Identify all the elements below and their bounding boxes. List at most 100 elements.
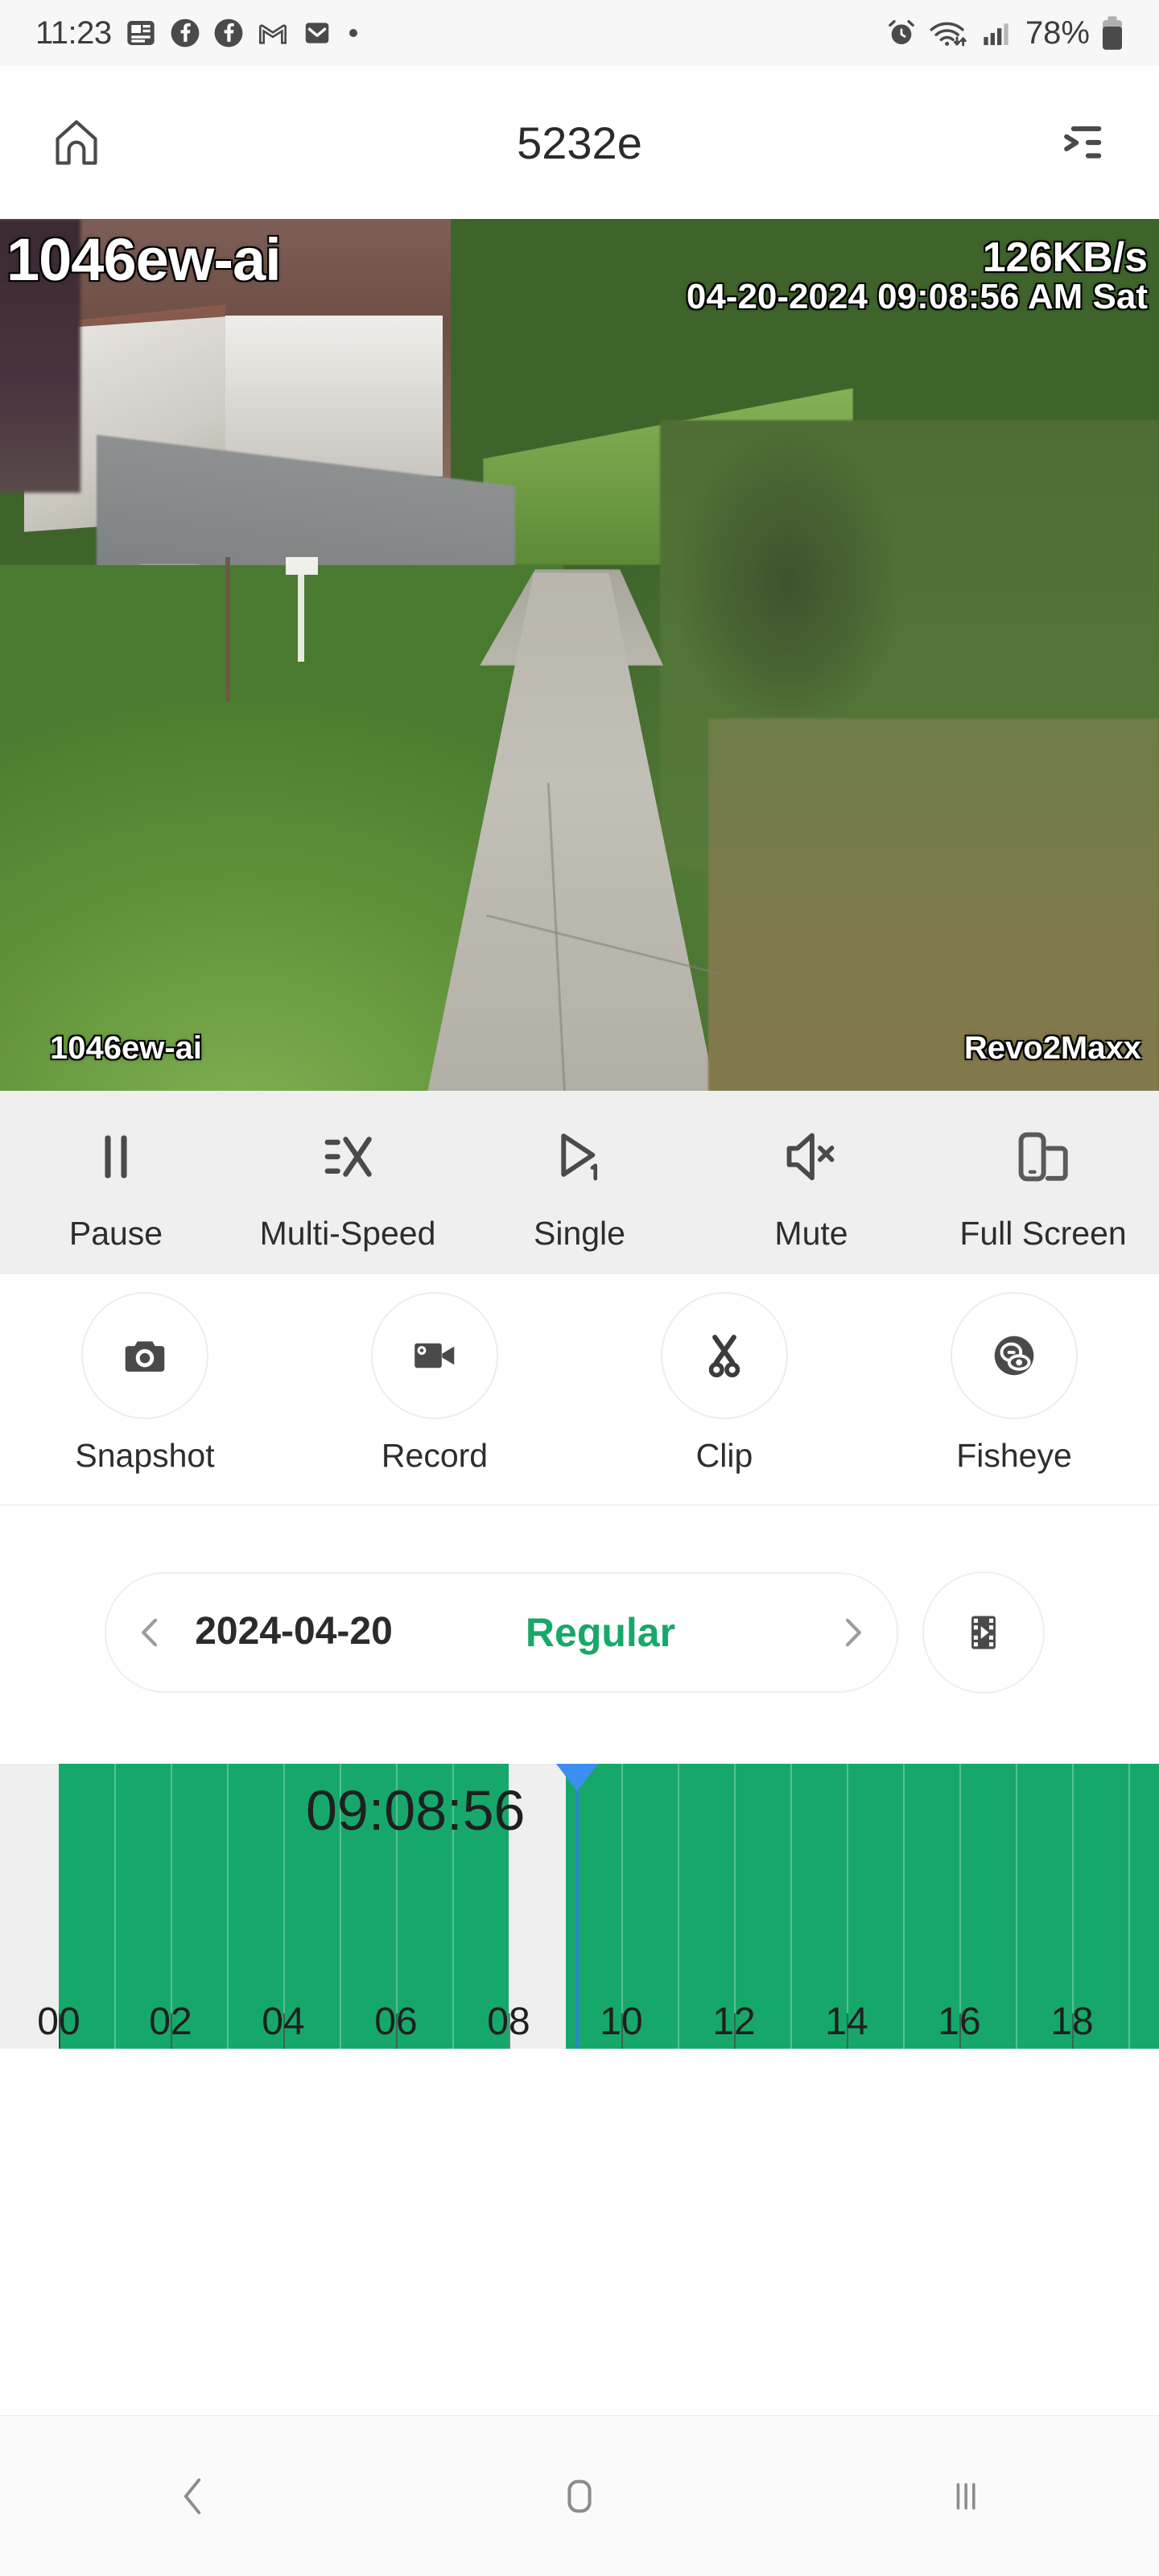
timeline-hour-label: 18 bbox=[1050, 2000, 1094, 2043]
record-button[interactable]: Record bbox=[290, 1274, 580, 1475]
list-indent-icon bbox=[1058, 118, 1107, 167]
pause-label: Pause bbox=[68, 1215, 163, 1252]
home-square-icon bbox=[556, 2473, 603, 2520]
multi-speed-button[interactable]: Multi-Speed bbox=[232, 1091, 464, 1253]
app-screen: 11:23 78% 5232e 1046ew-ai 126KB/s 04-20-… bbox=[0, 0, 1159, 2576]
playback-mode[interactable]: Regular bbox=[393, 1609, 808, 1656]
timeline-current-time: 09:08:56 bbox=[306, 1779, 526, 1842]
nav-back-button[interactable] bbox=[0, 2416, 386, 2576]
timeline-hour-label: 08 bbox=[487, 2000, 530, 2043]
alarm-icon bbox=[885, 17, 918, 49]
video-channel-name-bottom: 1046ew-ai bbox=[50, 1030, 203, 1066]
pause-button[interactable]: Pause bbox=[0, 1091, 232, 1253]
timeline-gridline bbox=[903, 1764, 905, 2049]
fisheye-label: Fisheye bbox=[956, 1437, 1072, 1474]
timeline-hour-label: 14 bbox=[825, 2000, 868, 2043]
video-bitrate: 126KB/s bbox=[982, 234, 1148, 281]
status-bar-left: 11:23 bbox=[35, 15, 361, 52]
scissors-icon bbox=[700, 1331, 749, 1380]
capture-controls-row: Snapshot Record Clip Fisheye bbox=[0, 1274, 1159, 1505]
chevron-left-icon bbox=[131, 1613, 170, 1652]
full-screen-icon bbox=[1013, 1120, 1073, 1194]
full-screen-button[interactable]: Full Screen bbox=[927, 1091, 1159, 1253]
page-title: 5232e bbox=[517, 117, 642, 168]
snapshot-button[interactable]: Snapshot bbox=[0, 1274, 290, 1475]
battery-icon bbox=[1101, 15, 1124, 51]
timeline-hour-label: 06 bbox=[374, 2000, 418, 2043]
status-bar-right: 78% bbox=[885, 15, 1124, 52]
timeline-gridline bbox=[1016, 1764, 1017, 2049]
camera-icon bbox=[120, 1331, 170, 1381]
status-bar: 11:23 78% bbox=[0, 0, 1159, 66]
record-circle bbox=[371, 1292, 498, 1419]
app-header: 5232e bbox=[0, 66, 1159, 219]
video-camera-icon bbox=[410, 1331, 460, 1381]
chevron-right-icon bbox=[833, 1613, 872, 1652]
clip-label: Clip bbox=[695, 1437, 753, 1474]
wifi-icon bbox=[929, 17, 969, 49]
single-play-icon bbox=[550, 1120, 609, 1194]
video-scene-sapling bbox=[225, 557, 230, 702]
selected-date: 2024-04-20 bbox=[195, 1610, 393, 1653]
timeline-hour-label: 10 bbox=[600, 2000, 643, 2043]
fisheye-icon bbox=[989, 1331, 1039, 1381]
snapshot-label: Snapshot bbox=[75, 1437, 215, 1474]
clip-circle bbox=[661, 1292, 788, 1419]
video-timestamp: 04-20-2024 09:08:56 AM Sat bbox=[686, 277, 1148, 316]
multi-speed-icon bbox=[318, 1120, 377, 1194]
channel-list-button[interactable] bbox=[1046, 106, 1119, 179]
playback-controls-row: Pause Multi-Speed Single Mute Full Scree… bbox=[0, 1091, 1159, 1274]
multi-speed-label: Multi-Speed bbox=[259, 1215, 436, 1252]
home-icon bbox=[51, 117, 102, 168]
date-navigation-bar: 2024-04-20 Regular bbox=[0, 1505, 1159, 1759]
video-channel-name-top: 1046ew-ai bbox=[6, 226, 282, 293]
mail-icon bbox=[302, 18, 332, 48]
previous-day-button[interactable] bbox=[106, 1572, 195, 1693]
facebook-icon bbox=[213, 18, 244, 48]
status-clock: 11:23 bbox=[35, 14, 112, 51]
home-button[interactable] bbox=[40, 106, 113, 179]
news-icon bbox=[125, 17, 157, 49]
system-navigation-bar bbox=[0, 2415, 1159, 2576]
timeline-hour-label: 02 bbox=[149, 2000, 192, 2043]
record-label: Record bbox=[381, 1437, 489, 1474]
timeline-gridline bbox=[678, 1764, 679, 2049]
single-button[interactable]: Single bbox=[464, 1091, 695, 1253]
video-brand-label: Revo2Maxx bbox=[963, 1030, 1141, 1066]
pause-icon bbox=[86, 1120, 146, 1194]
timeline-gridline bbox=[790, 1764, 792, 2049]
gmail-icon bbox=[257, 17, 289, 49]
timeline-gridline bbox=[114, 1764, 116, 2049]
fisheye-button[interactable]: Fisheye bbox=[869, 1274, 1159, 1475]
full-screen-label: Full Screen bbox=[959, 1215, 1127, 1252]
dot-icon bbox=[345, 25, 361, 41]
timeline-gridline bbox=[1128, 1764, 1130, 2049]
nav-recents-button[interactable] bbox=[773, 2416, 1159, 2576]
nav-home-button[interactable] bbox=[386, 2416, 773, 2576]
clip-button[interactable]: Clip bbox=[580, 1274, 869, 1475]
recents-bars-icon bbox=[942, 2473, 989, 2520]
content-empty-area bbox=[0, 2049, 1159, 2415]
mute-label: Mute bbox=[774, 1215, 848, 1252]
timeline-playhead[interactable] bbox=[576, 1764, 579, 2049]
timeline-hour-label: 12 bbox=[712, 2000, 756, 2043]
battery-percent: 78% bbox=[1025, 14, 1090, 51]
timeline-gridline bbox=[227, 1764, 229, 2049]
video-scene-post bbox=[298, 565, 304, 662]
timeline-playhead-handle[interactable] bbox=[556, 1764, 598, 1791]
film-clip-icon bbox=[961, 1610, 1006, 1655]
single-label: Single bbox=[534, 1215, 625, 1252]
chevron-back-icon bbox=[170, 2473, 217, 2520]
mute-button[interactable]: Mute bbox=[695, 1091, 927, 1253]
fisheye-circle bbox=[951, 1292, 1078, 1419]
timeline-hour-label: 00 bbox=[37, 2000, 80, 2043]
video-scene-tree bbox=[668, 420, 909, 758]
next-day-button[interactable] bbox=[808, 1572, 897, 1693]
facebook-icon bbox=[170, 18, 200, 48]
video-scene-postbox bbox=[286, 557, 318, 575]
timeline-hour-label: 04 bbox=[262, 2000, 305, 2043]
recording-timeline[interactable]: 00 02 04 06 08 10 12 14 16 18 09:08:56 bbox=[0, 1764, 1159, 2049]
date-selector[interactable]: 2024-04-20 Regular bbox=[105, 1571, 898, 1693]
video-preview[interactable]: 1046ew-ai 126KB/s 04-20-2024 09:08:56 AM… bbox=[0, 219, 1159, 1091]
clip-list-button[interactable] bbox=[922, 1571, 1045, 1694]
